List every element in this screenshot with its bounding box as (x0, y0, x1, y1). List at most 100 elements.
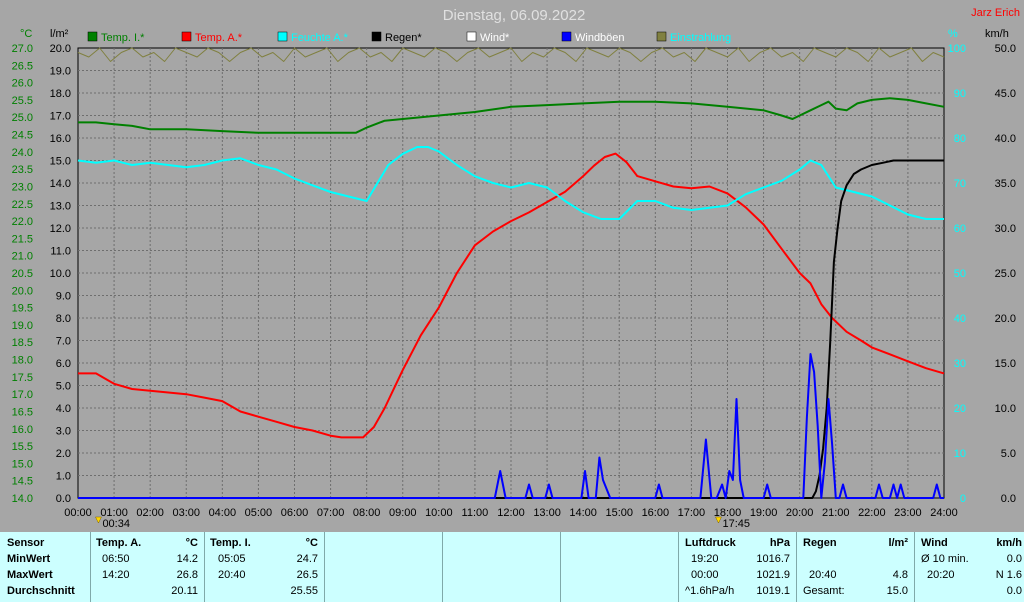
temp-a-column: Temp. A. °C 06:50 14.2 14:20 26.8 20.11 (90, 532, 204, 602)
temp-tick-label: 21.5 (12, 233, 33, 245)
x-tick-label: 00:00 (64, 507, 92, 519)
rain-tick-label: 20.0 (50, 43, 71, 55)
x-tick-label: 08:00 (353, 507, 381, 519)
rain-tick-label: 18.0 (50, 88, 71, 100)
legend-swatch (561, 31, 572, 42)
wind-tick-label: 20.0 (995, 313, 1016, 325)
temp-i-min-time: 05:05 (218, 553, 246, 565)
rain-tick-label: 7.0 (56, 336, 71, 348)
rain-tick-label: 8.0 (56, 313, 71, 325)
wind-column: Wind km/h Ø 10 min. 0.0 20:20 N 1.6 0.0 (914, 532, 1024, 602)
temp-tick-label: 25.5 (12, 95, 33, 107)
temp-a-max-time: 14:20 (102, 569, 130, 581)
wind-max-value: N 1.6 (995, 569, 1022, 581)
rain-max-time: 20:40 (809, 569, 837, 581)
temp-tick-label: 18.5 (12, 337, 33, 349)
legend-label: Einstrahlung (670, 32, 731, 44)
temp-i-max-value: 26.5 (296, 569, 318, 581)
temp-tick-label: 22.0 (12, 216, 33, 228)
wind-tick-label: 35.0 (995, 178, 1016, 190)
rain-tick-label: 6.0 (56, 358, 71, 370)
min-label: MinWert (7, 553, 51, 565)
temp-tick-label: 19.0 (12, 320, 33, 332)
rain-tick-label: 15.0 (50, 156, 71, 168)
temp-a-unit: °C (185, 537, 198, 549)
rain-tick-label: 12.0 (50, 223, 71, 235)
x-tick-label: 15:00 (605, 507, 633, 519)
temp-tick-label: 20.0 (12, 285, 33, 297)
legend-swatch (656, 31, 667, 42)
x-tick-label: 11:00 (462, 507, 489, 519)
temp-a-max-value: 26.8 (176, 569, 198, 581)
pressure-unit: hPa (769, 537, 790, 549)
temp-tick-label: 15.0 (12, 458, 33, 470)
weather-chart: 00:00 01:00 02:00 03:00 04:00 05:00 06:00 07:00… (0, 0, 1024, 532)
hum-unit-label: % (948, 28, 958, 40)
legend-label: Temp. I.* (101, 32, 145, 44)
temp-tick-label: 21.0 (12, 251, 33, 263)
legend-label: Windböen (575, 32, 625, 44)
author-label: Jarz Erich (971, 7, 1020, 19)
wind-tick-label: 50.0 (995, 43, 1016, 55)
rain-tick-label: 3.0 (56, 426, 71, 438)
rain-total-label: Gesamt: (803, 585, 845, 597)
x-tick-label: 13:00 (533, 507, 561, 519)
rain-max-value: 4.8 (892, 569, 908, 581)
temp-a-min-value: 14.2 (176, 553, 198, 565)
legend-swatch (181, 31, 192, 42)
sensor-label: Sensor (7, 537, 45, 549)
max-label: MaxWert (7, 569, 53, 581)
wind-avg-label: Ø 10 min. (921, 553, 969, 565)
temp-tick-label: 14.0 (12, 493, 33, 505)
hum-tick-label: 100 (948, 43, 966, 55)
pressure-column: Luftdruck hPa 19:20 1016.7 00:00 1021.9 ^1.… (678, 532, 796, 602)
temp-tick-label: 24.0 (12, 147, 33, 159)
x-tick-label: 09:00 (389, 507, 417, 519)
temp-tick-label: 25.0 (12, 112, 33, 124)
rain-tick-label: 1.0 (56, 471, 71, 483)
temp-tick-label: 23.5 (12, 164, 33, 176)
rain-tick-label: 0.0 (56, 493, 71, 505)
temp-tick-label: 19.5 (12, 303, 33, 315)
x-tick-label: 22:00 (858, 507, 886, 519)
rain-total-value: 15.0 (886, 585, 908, 597)
temp-i-title: Temp. I. (210, 537, 251, 549)
wind-tick-label: 5.0 (1001, 448, 1016, 460)
pressure-title: Luftdruck (685, 537, 736, 549)
temp-a-title: Temp. A. (96, 537, 142, 549)
wind-unit-label: km/h (985, 28, 1009, 40)
wind-max-time: 20:20 (927, 569, 955, 581)
hum-tick-label: 60 (954, 223, 966, 235)
temp-tick-label: 22.5 (12, 199, 33, 211)
temp-i-max-time: 20:40 (218, 569, 246, 581)
rain-unit-label: l/m² (50, 28, 69, 40)
x-tick-label: 07:00 (317, 507, 345, 519)
temp-tick-label: 27.0 (12, 43, 33, 55)
temp-tick-label: 18.0 (12, 355, 33, 367)
avg-label: Durchschnitt (7, 585, 75, 597)
temp-tick-label: 16.5 (12, 406, 33, 418)
x-tick-label: 06:00 (281, 507, 309, 519)
rain-tick-label: 13.0 (50, 201, 71, 213)
hum-tick-label: 30 (954, 358, 966, 370)
temp-tick-label: 24.5 (12, 130, 33, 142)
temp-tick-label: 16.0 (12, 424, 33, 436)
hum-tick-label: 50 (954, 268, 966, 280)
wind-tick-label: 25.0 (995, 268, 1016, 280)
wind-unit: km/h (996, 537, 1022, 549)
hum-tick-label: 20 (954, 403, 966, 415)
x-tick-label: 20:00 (786, 507, 814, 519)
x-tick-label: 24:00 (930, 507, 958, 519)
wind-tick-label: 15.0 (995, 358, 1016, 370)
wind-tick-label: 30.0 (995, 223, 1016, 235)
rain-tick-label: 16.0 (50, 133, 71, 145)
grid-lines (78, 48, 944, 498)
hum-tick-label: 70 (954, 178, 966, 190)
wind-tick-label: 40.0 (995, 133, 1016, 145)
sun-marker-label: 17:45 (722, 518, 750, 530)
rain-column: Regen l/m² 20:40 4.8 Gesamt: 15.0 (796, 532, 914, 602)
pressure-max-time: 00:00 (691, 569, 719, 581)
temp-a-min-time: 06:50 (102, 553, 130, 565)
pressure-min-value: 1016.7 (756, 553, 790, 565)
temp-tick-label: 23.0 (12, 181, 33, 193)
